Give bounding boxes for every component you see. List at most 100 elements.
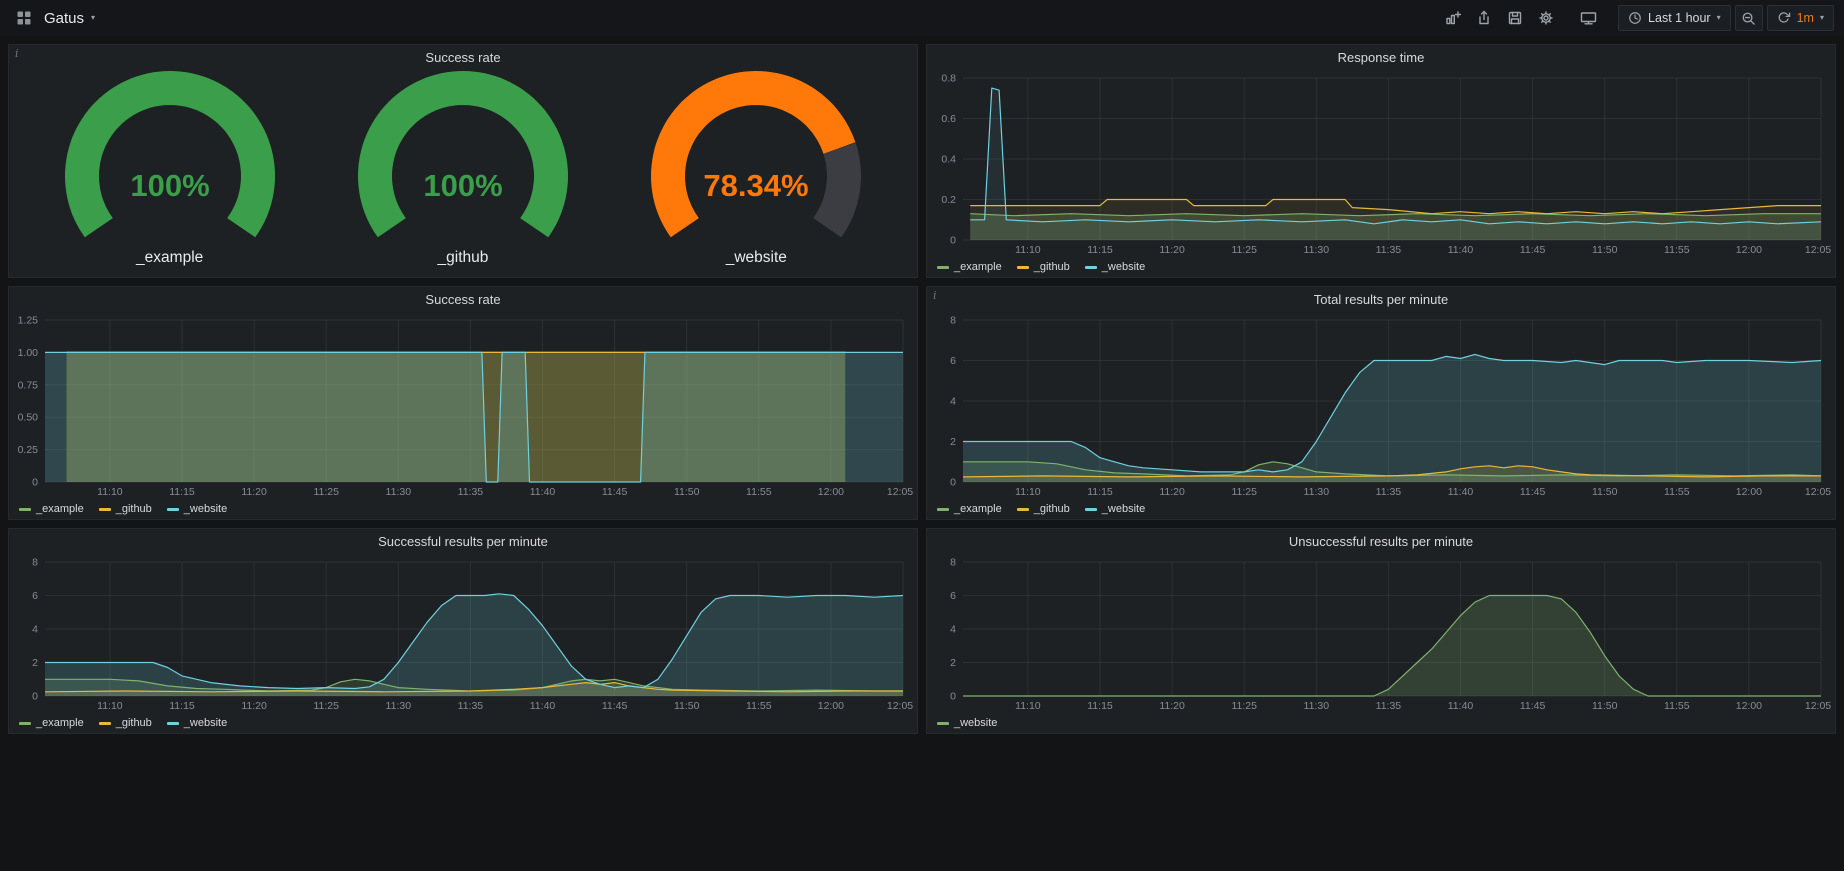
- legend-series-name: _example: [36, 503, 84, 515]
- refresh-interval-label: 1m: [1797, 11, 1814, 25]
- svg-text:11:55: 11:55: [1664, 244, 1690, 256]
- add-panel-button[interactable]: [1439, 5, 1466, 31]
- svg-text:0.75: 0.75: [18, 379, 39, 391]
- legend-item[interactable]: _example: [19, 503, 84, 515]
- svg-text:11:45: 11:45: [1520, 244, 1546, 256]
- svg-text:2: 2: [32, 657, 38, 669]
- svg-text:11:10: 11:10: [97, 486, 123, 498]
- save-button[interactable]: [1501, 5, 1528, 31]
- svg-text:2: 2: [950, 657, 956, 669]
- svg-text:11:25: 11:25: [313, 486, 339, 498]
- legend-swatch-icon: [1085, 266, 1097, 269]
- gauge-value: 78.34%: [704, 168, 809, 203]
- svg-text:11:10: 11:10: [1015, 244, 1041, 256]
- dashboard-grid-icon[interactable]: [10, 5, 37, 31]
- svg-text:11:20: 11:20: [241, 700, 267, 712]
- svg-text:11:55: 11:55: [1664, 486, 1690, 498]
- svg-text:11:35: 11:35: [1376, 486, 1402, 498]
- svg-text:11:55: 11:55: [746, 486, 772, 498]
- legend-series-name: _website: [184, 717, 227, 729]
- svg-text:11:25: 11:25: [1231, 244, 1257, 256]
- svg-text:11:10: 11:10: [1015, 486, 1041, 498]
- chart-canvas: 0246811:1011:1511:2011:2511:3011:3511:40…: [927, 312, 1835, 499]
- svg-text:11:40: 11:40: [530, 700, 556, 712]
- svg-text:11:40: 11:40: [530, 486, 556, 498]
- svg-text:11:25: 11:25: [1231, 700, 1257, 712]
- panel-success-rate-timeseries: Success rate 00.250.500.751.001.2511:101…: [8, 286, 918, 520]
- panel-title[interactable]: Total results per minute: [927, 287, 1835, 312]
- panel-title[interactable]: Success rate: [9, 45, 917, 70]
- legend-swatch-icon: [1017, 266, 1029, 269]
- refresh-button[interactable]: 1m ▾: [1767, 5, 1834, 31]
- svg-text:11:30: 11:30: [1304, 486, 1330, 498]
- svg-text:11:35: 11:35: [458, 486, 484, 498]
- time-range-picker[interactable]: Last 1 hour ▾: [1618, 5, 1731, 31]
- svg-text:0: 0: [950, 477, 956, 489]
- cycle-view-button[interactable]: [1575, 5, 1602, 31]
- legend-series-name: _github: [1034, 261, 1070, 273]
- svg-text:0: 0: [950, 691, 956, 703]
- svg-text:11:10: 11:10: [1015, 700, 1041, 712]
- panel-info-icon[interactable]: i: [15, 47, 19, 60]
- panel-title[interactable]: Unsuccessful results per minute: [927, 529, 1835, 554]
- gauge-_example: 100%_example: [45, 70, 295, 267]
- svg-text:4: 4: [950, 624, 956, 636]
- legend-item[interactable]: _example: [937, 503, 1002, 515]
- svg-text:11:15: 11:15: [1087, 486, 1113, 498]
- settings-button[interactable]: [1532, 5, 1559, 31]
- chart-canvas: 0246811:1011:1511:2011:2511:3011:3511:40…: [9, 554, 917, 713]
- svg-text:0.50: 0.50: [18, 412, 39, 424]
- panel-info-icon[interactable]: i: [933, 289, 937, 302]
- panel-title[interactable]: Successful results per minute: [9, 529, 917, 554]
- legend-item[interactable]: _website: [167, 503, 227, 515]
- zoom-out-icon: [1741, 11, 1756, 26]
- dashboard-title[interactable]: Gatus: [44, 10, 84, 27]
- legend-item[interactable]: _website: [937, 717, 997, 729]
- panel-title[interactable]: Success rate: [9, 287, 917, 312]
- legend-item[interactable]: _website: [167, 717, 227, 729]
- svg-text:11:10: 11:10: [97, 700, 123, 712]
- svg-text:12:05: 12:05: [1805, 244, 1831, 256]
- nav-left: Gatus ▾: [10, 5, 95, 31]
- svg-text:8: 8: [950, 557, 956, 569]
- legend-swatch-icon: [1017, 508, 1029, 511]
- panel-total-results: i Total results per minute 0246811:1011:…: [926, 286, 1836, 520]
- chevron-down-icon: ▾: [1717, 14, 1721, 22]
- svg-text:11:50: 11:50: [674, 486, 700, 498]
- svg-text:11:50: 11:50: [1592, 244, 1618, 256]
- svg-text:11:45: 11:45: [602, 486, 628, 498]
- legend-item[interactable]: _github: [99, 503, 152, 515]
- svg-text:11:20: 11:20: [1159, 486, 1185, 498]
- legend-item[interactable]: _github: [1017, 503, 1070, 515]
- svg-text:11:15: 11:15: [1087, 700, 1113, 712]
- panel-successful-results: Successful results per minute 0246811:10…: [8, 528, 918, 734]
- legend-series-name: _example: [36, 717, 84, 729]
- svg-text:11:20: 11:20: [241, 486, 267, 498]
- successful-results-chart: 0246811:1011:1511:2011:2511:3011:3511:40…: [9, 554, 917, 713]
- legend-item[interactable]: _website: [1085, 503, 1145, 515]
- svg-text:0.8: 0.8: [941, 73, 956, 85]
- svg-text:11:45: 11:45: [1520, 700, 1546, 712]
- svg-text:1.25: 1.25: [18, 315, 39, 327]
- legend-swatch-icon: [937, 508, 949, 511]
- legend-series-name: _github: [116, 717, 152, 729]
- legend-item[interactable]: _github: [99, 717, 152, 729]
- svg-text:11:45: 11:45: [1520, 486, 1546, 498]
- legend-item[interactable]: _github: [1017, 261, 1070, 273]
- legend-swatch-icon: [937, 266, 949, 269]
- svg-text:12:00: 12:00: [1736, 486, 1762, 498]
- legend-item[interactable]: _example: [19, 717, 84, 729]
- legend-item[interactable]: _website: [1085, 261, 1145, 273]
- svg-text:11:40: 11:40: [1448, 700, 1474, 712]
- unsuccessful-results-chart: 0246811:1011:1511:2011:2511:3011:3511:40…: [927, 554, 1835, 713]
- share-button[interactable]: [1470, 5, 1497, 31]
- svg-text:11:50: 11:50: [1592, 700, 1618, 712]
- svg-text:11:55: 11:55: [1664, 700, 1690, 712]
- legend-item[interactable]: _example: [937, 261, 1002, 273]
- panel-title[interactable]: Response time: [927, 45, 1835, 70]
- svg-text:11:15: 11:15: [1087, 244, 1113, 256]
- svg-text:4: 4: [950, 396, 956, 408]
- legend-swatch-icon: [1085, 508, 1097, 511]
- zoom-out-button[interactable]: [1735, 5, 1763, 31]
- svg-text:11:50: 11:50: [674, 700, 700, 712]
